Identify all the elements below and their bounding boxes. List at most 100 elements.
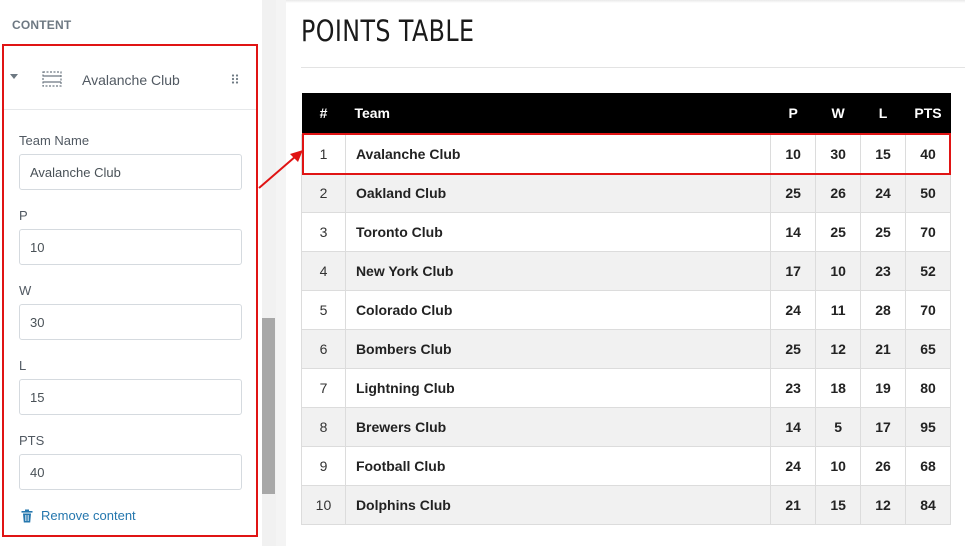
l-cell: 23 [860, 250, 907, 291]
pts-cell: 50 [905, 172, 951, 213]
pts-cell: 40 [905, 133, 951, 174]
l-cell: 12 [860, 484, 907, 525]
column-header-team: Team [345, 93, 771, 134]
rank-cell: 10 [301, 484, 346, 525]
p-cell: 24 [770, 289, 817, 330]
rank-cell: 4 [301, 250, 346, 291]
table-header-row: # Team P W L PTS [301, 93, 951, 134]
field-list: Team Name P W L PTS [4, 110, 256, 490]
p-field[interactable] [19, 229, 242, 265]
caret-down-icon[interactable] [10, 74, 18, 79]
rank-cell: 7 [301, 367, 346, 408]
panel-header: CONTENT [12, 18, 72, 32]
table-row: 10 Dolphins Club 21 15 12 84 [301, 484, 951, 525]
pts-cell: 70 [905, 289, 951, 330]
panel-divider [276, 0, 286, 546]
rank-cell: 5 [301, 289, 346, 330]
remove-content-label: Remove content [41, 508, 136, 523]
table-row: 3 Toronto Club 14 25 25 70 [301, 211, 951, 252]
w-label: W [19, 283, 32, 298]
repeater-item-header[interactable]: Avalanche Club [4, 46, 256, 110]
page-title: POINTS TABLE [301, 14, 475, 48]
pts-cell: 95 [905, 406, 951, 447]
p-cell: 14 [770, 211, 817, 252]
l-cell: 25 [860, 211, 907, 252]
pts-cell: 70 [905, 211, 951, 252]
team-cell: Avalanche Club [344, 133, 772, 174]
p-label: P [19, 208, 28, 223]
section-icon [42, 71, 62, 87]
w-cell: 18 [815, 367, 862, 408]
w-cell: 25 [815, 211, 862, 252]
w-cell: 10 [815, 445, 862, 486]
l-label: L [19, 358, 27, 373]
drag-handle-icon[interactable] [231, 74, 239, 84]
p-cell: 24 [770, 445, 817, 486]
rank-cell: 2 [301, 172, 346, 213]
l-cell: 24 [860, 172, 907, 213]
remove-content-button[interactable]: Remove content [20, 508, 136, 523]
p-cell: 14 [770, 406, 817, 447]
l-cell: 17 [860, 406, 907, 447]
team-cell: Bombers Club [344, 328, 772, 369]
pts-label: PTS [19, 433, 45, 448]
connector-arrow-icon [258, 150, 303, 189]
repeater-item-title: Avalanche Club [82, 72, 180, 88]
w-cell: 11 [815, 289, 862, 330]
editor-window: CONTENT Avalanche Club Team Name Avalanc… [0, 0, 965, 546]
team-cell: Brewers Club [344, 406, 772, 447]
l-cell: 26 [860, 445, 907, 486]
team-cell: Football Club [344, 445, 772, 486]
table-row: 4 New York Club 17 10 23 52 [301, 250, 951, 291]
table-row: 6 Bombers Club 25 12 21 65 [301, 328, 951, 369]
table-row: 2 Oakland Club 25 26 24 50 [301, 172, 951, 213]
column-header-pts: PTS [905, 93, 951, 134]
table-row: 8 Brewers Club 14 5 17 95 [301, 406, 951, 447]
l-cell: 28 [860, 289, 907, 330]
p-cell: 21 [770, 484, 817, 525]
rank-cell: 1 [301, 133, 346, 174]
team-name-field[interactable] [19, 154, 242, 190]
pts-cell: 52 [905, 250, 951, 291]
column-header-rank: # [301, 93, 346, 134]
table-row: 5 Colorado Club 24 11 28 70 [301, 289, 951, 330]
pts-cell: 84 [905, 484, 951, 525]
team-cell: Dolphins Club [344, 484, 772, 525]
points-table: # Team P W L PTS 1 Avalanche Club 10 30 … [301, 93, 951, 525]
team-cell: New York Club [344, 250, 772, 291]
l-cell: 19 [860, 367, 907, 408]
w-cell: 12 [815, 328, 862, 369]
table-row: 1 Avalanche Club 10 30 15 40 [301, 133, 951, 174]
w-cell: 5 [815, 406, 862, 447]
p-cell: 17 [770, 250, 817, 291]
pts-cell: 80 [905, 367, 951, 408]
column-header-p: P [770, 93, 816, 134]
w-cell: 10 [815, 250, 862, 291]
team-cell: Oakland Club [344, 172, 772, 213]
p-cell: 23 [770, 367, 817, 408]
l-field[interactable] [19, 379, 242, 415]
table-row: 9 Football Club 24 10 26 68 [301, 445, 951, 486]
w-cell: 15 [815, 484, 862, 525]
rank-cell: 8 [301, 406, 346, 447]
preview-area: POINTS TABLE # Team P W L PTS 1 Avalanch… [286, 0, 965, 546]
column-header-w: W [815, 93, 861, 134]
pts-cell: 65 [905, 328, 951, 369]
repeater-item: Avalanche Club Team Name P W L PTS [2, 44, 258, 537]
p-cell: 25 [770, 328, 817, 369]
pts-cell: 68 [905, 445, 951, 486]
w-cell: 30 [815, 133, 862, 174]
l-cell: 15 [860, 133, 907, 174]
l-cell: 21 [860, 328, 907, 369]
pts-field[interactable] [19, 454, 242, 490]
w-field[interactable] [19, 304, 242, 340]
w-cell: 26 [815, 172, 862, 213]
column-header-l: L [860, 93, 906, 134]
rank-cell: 3 [301, 211, 346, 252]
trash-icon [21, 509, 33, 522]
table-row: 7 Lightning Club 23 18 19 80 [301, 367, 951, 408]
title-divider [301, 67, 965, 68]
team-cell: Colorado Club [344, 289, 772, 330]
content-panel: CONTENT Avalanche Club Team Name Avalanc… [0, 0, 262, 546]
scrollbar-thumb[interactable] [262, 318, 275, 494]
